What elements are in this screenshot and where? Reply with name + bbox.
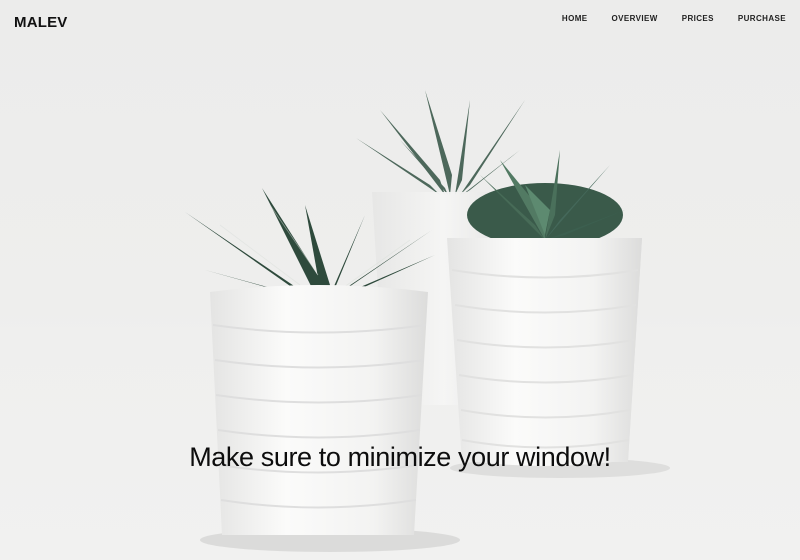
top-navbar: MALEV HOME OVERVIEW PRICES PURCHASE: [0, 0, 800, 48]
nav-overview-link[interactable]: OVERVIEW: [612, 14, 658, 23]
succulent-pots-image: [185, 90, 670, 552]
brand-logo[interactable]: MALEV: [14, 14, 68, 31]
hero-section: [0, 0, 800, 560]
nav-purchase-link[interactable]: PURCHASE: [738, 14, 786, 23]
nav-home-link[interactable]: HOME: [562, 14, 588, 23]
right-plant: [467, 150, 625, 247]
hero-headline: Make sure to minimize your window!: [189, 442, 611, 473]
nav-prices-link[interactable]: PRICES: [682, 14, 714, 23]
main-nav: HOME OVERVIEW PRICES PURCHASE: [562, 14, 786, 23]
back-plant: [356, 90, 525, 195]
